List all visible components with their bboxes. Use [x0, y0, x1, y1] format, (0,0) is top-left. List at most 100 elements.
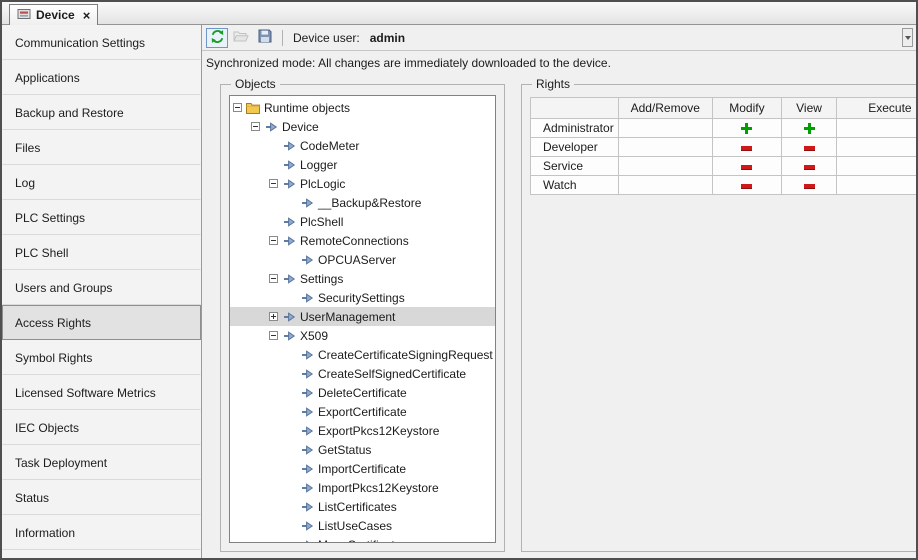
runtime-object-arrow-icon [282, 329, 296, 343]
runtime-object-arrow-icon [300, 196, 314, 210]
runtime-object-arrow-icon [300, 424, 314, 438]
tree-node-createselfsignedcertificate[interactable]: CreateSelfSignedCertificate [230, 364, 495, 383]
tree-node-backup-restore[interactable]: __Backup&Restore [230, 193, 495, 212]
collapse-minus-icon[interactable] [251, 122, 260, 131]
refresh-button[interactable] [206, 28, 228, 48]
sidebar-item-communication-settings[interactable]: Communication Settings [2, 25, 201, 60]
runtime-object-arrow-icon [300, 291, 314, 305]
tree-node-movecertificate[interactable]: MoveCertificate [230, 535, 495, 543]
rights-header-row: Add/RemoveModifyViewExecute [531, 98, 917, 119]
tree-node-exportcertificate[interactable]: ExportCertificate [230, 402, 495, 421]
right-cell-developer-add-remove[interactable] [618, 138, 712, 157]
right-cell-developer-modify[interactable] [712, 138, 781, 157]
right-cell-service-modify[interactable] [712, 157, 781, 176]
tree-node-label: UserManagement [300, 310, 395, 324]
tree-node-label: SecuritySettings [318, 291, 405, 305]
tree-node-listcertificates[interactable]: ListCertificates [230, 497, 495, 516]
right-cell-administrator-modify[interactable] [712, 119, 781, 138]
rights-table: Add/RemoveModifyViewExecuteAdministrator… [530, 97, 916, 195]
sidebar-item-plc-shell[interactable]: PLC Shell [2, 235, 201, 270]
tree-node-createcertificatesigningrequest[interactable]: CreateCertificateSigningRequest [230, 345, 495, 364]
objects-legend: Objects [231, 77, 280, 91]
sidebar-item-plc-settings[interactable]: PLC Settings [2, 200, 201, 235]
rights-row-administrator: Administrator [531, 119, 917, 138]
sidebar-item-iec-objects[interactable]: IEC Objects [2, 410, 201, 445]
sidebar-item-access-rights[interactable]: Access Rights [2, 305, 201, 340]
rights-group-label: Service [531, 157, 619, 176]
sidebar-item-log[interactable]: Log [2, 165, 201, 200]
tree-node-exportpkcs12keystore[interactable]: ExportPkcs12Keystore [230, 421, 495, 440]
right-cell-administrator-execute[interactable] [836, 119, 916, 138]
toolbar-overflow-button[interactable] [902, 28, 913, 47]
tree-node-settings[interactable]: Settings [230, 269, 495, 288]
tree-node-deletecertificate[interactable]: DeleteCertificate [230, 383, 495, 402]
tree-node-label: ListCertificates [318, 500, 397, 514]
runtime-object-arrow-icon [282, 272, 296, 286]
runtime-object-arrow-icon [300, 462, 314, 476]
sidebar-item-files[interactable]: Files [2, 130, 201, 165]
tree-node-importpkcs12keystore[interactable]: ImportPkcs12Keystore [230, 478, 495, 497]
tree-node-plclogic[interactable]: PlcLogic [230, 174, 495, 193]
tree-node-label: ExportPkcs12Keystore [318, 424, 439, 438]
right-cell-administrator-view[interactable] [782, 119, 837, 138]
tree-node-securitysettings[interactable]: SecuritySettings [230, 288, 495, 307]
tree-node-listusecases[interactable]: ListUseCases [230, 516, 495, 535]
device-icon [17, 8, 31, 23]
objects-tree[interactable]: Runtime objectsDeviceCodeMeterLoggerPlcL… [229, 95, 496, 543]
tab-device[interactable]: Device × [9, 4, 98, 25]
rights-legend: Rights [532, 77, 574, 91]
tree-node-label: __Backup&Restore [318, 196, 421, 210]
sidebar-item-task-deployment[interactable]: Task Deployment [2, 445, 201, 480]
right-cell-watch-add-remove[interactable] [618, 176, 712, 195]
tree-node-label: ImportPkcs12Keystore [318, 481, 439, 495]
right-cell-administrator-add-remove[interactable] [618, 119, 712, 138]
sidebar-item-information[interactable]: Information [2, 515, 201, 550]
tree-node-getstatus[interactable]: GetStatus [230, 440, 495, 459]
collapse-minus-icon[interactable] [269, 236, 278, 245]
runtime-object-arrow-icon [282, 158, 296, 172]
tree-node-opcuaserver[interactable]: OPCUAServer [230, 250, 495, 269]
tree-node-label: ListUseCases [318, 519, 392, 533]
tree-node-codemeter[interactable]: CodeMeter [230, 136, 495, 155]
expand-plus-icon[interactable] [269, 312, 278, 321]
right-cell-developer-execute[interactable] [836, 138, 916, 157]
device-user-value: admin [370, 31, 405, 45]
sidebar-item-backup-and-restore[interactable]: Backup and Restore [2, 95, 201, 130]
sidebar-item-status[interactable]: Status [2, 480, 201, 515]
right-cell-watch-view[interactable] [782, 176, 837, 195]
collapse-minus-icon[interactable] [269, 331, 278, 340]
editor-body: Communication SettingsApplicationsBackup… [2, 25, 916, 558]
denied-minus-icon [741, 146, 752, 150]
rights-row-developer: Developer [531, 138, 917, 157]
tree-node-device[interactable]: Device [230, 117, 495, 136]
right-cell-watch-modify[interactable] [712, 176, 781, 195]
rights-group-label: Watch [531, 176, 619, 195]
sidebar-item-licensed-software-metrics[interactable]: Licensed Software Metrics [2, 375, 201, 410]
collapse-minus-icon[interactable] [269, 179, 278, 188]
right-cell-service-add-remove[interactable] [618, 157, 712, 176]
sync-mode-notice: Synchronized mode: All changes are immed… [202, 51, 916, 74]
save-button[interactable] [254, 28, 276, 48]
rights-col-modify: Modify [712, 98, 781, 119]
sidebar-item-users-and-groups[interactable]: Users and Groups [2, 270, 201, 305]
right-cell-watch-execute[interactable] [836, 176, 916, 195]
tree-node-usermanagement[interactable]: UserManagement [230, 307, 495, 326]
sidebar-item-symbol-rights[interactable]: Symbol Rights [2, 340, 201, 375]
tree-node-x509[interactable]: X509 [230, 326, 495, 345]
tree-node-runtime-objects[interactable]: Runtime objects [230, 98, 495, 117]
runtime-object-arrow-icon [300, 481, 314, 495]
right-cell-service-view[interactable] [782, 157, 837, 176]
right-cell-developer-view[interactable] [782, 138, 837, 157]
open-folder-button[interactable] [230, 28, 252, 48]
close-icon[interactable]: × [83, 10, 91, 21]
rights-group-label: Administrator [531, 119, 619, 138]
collapse-minus-icon[interactable] [269, 274, 278, 283]
collapse-minus-icon[interactable] [233, 103, 242, 112]
tree-node-importcertificate[interactable]: ImportCertificate [230, 459, 495, 478]
sidebar-item-applications[interactable]: Applications [2, 60, 201, 95]
right-cell-service-execute[interactable] [836, 157, 916, 176]
tree-node-plcshell[interactable]: PlcShell [230, 212, 495, 231]
tree-node-remoteconnections[interactable]: RemoteConnections [230, 231, 495, 250]
tree-node-logger[interactable]: Logger [230, 155, 495, 174]
runtime-object-arrow-icon [264, 120, 278, 134]
